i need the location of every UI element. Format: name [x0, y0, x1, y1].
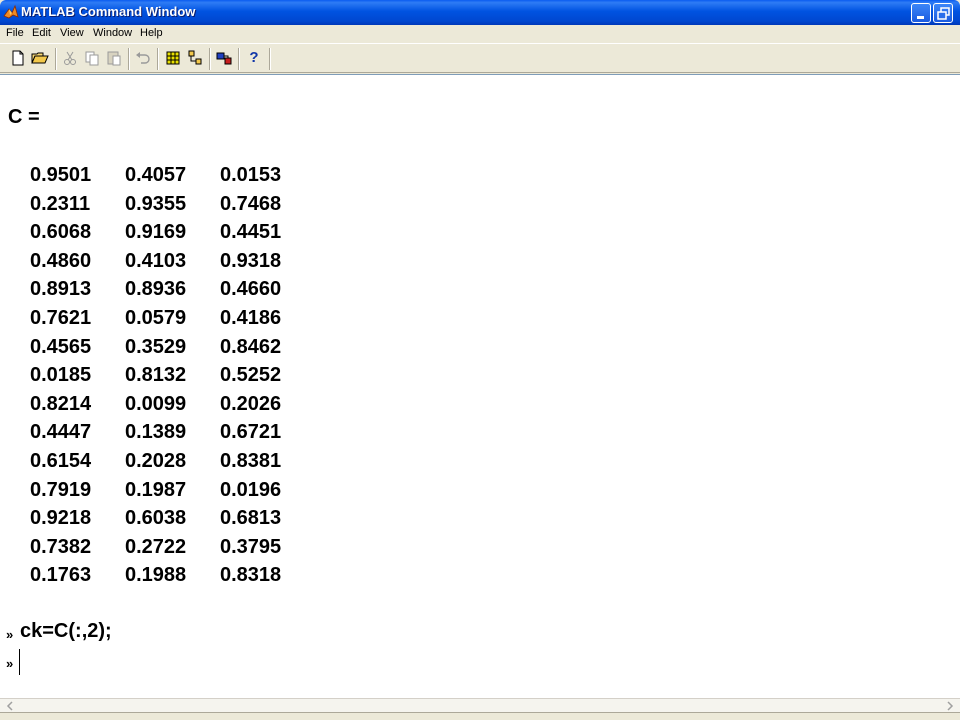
matrix-cell: 0.6038	[125, 507, 187, 530]
minimize-button[interactable]	[911, 3, 931, 23]
matrix-cell: 0.4565	[30, 335, 92, 358]
toolbar-separator	[209, 48, 211, 70]
matrix-cell: 0.7621	[30, 307, 92, 329]
workspace-icon[interactable]	[164, 49, 182, 67]
restore-button[interactable]	[933, 3, 953, 23]
matrix-cell: 0.4103	[125, 249, 187, 272]
matrix-cell: 0.9501	[30, 164, 92, 186]
matrix-cell: 0.8913	[30, 278, 92, 301]
matrix-cell: 0.1763	[30, 564, 92, 587]
matrix-cell: 0.8381	[220, 450, 282, 472]
matrix-cell: 0.5252	[220, 364, 282, 387]
restore-icon	[937, 7, 950, 20]
matrix-cell: 0.6721	[220, 421, 282, 444]
title-bar[interactable]: MATLAB Command Window	[0, 0, 960, 25]
matrix-cell: 0.7468	[220, 192, 282, 215]
last-command: ck=C(:,2);	[20, 620, 112, 642]
scroll-left-icon[interactable]	[3, 700, 17, 712]
menu-bar: File Edit View Window Help	[0, 25, 960, 43]
matrix-cell: 0.7382	[30, 535, 92, 558]
menu-help[interactable]: Help	[140, 27, 163, 39]
matrix-cell: 0.9169	[125, 221, 187, 244]
minimize-icon	[917, 16, 924, 19]
menu-window[interactable]: Window	[93, 27, 132, 39]
text-cursor	[19, 649, 20, 675]
matrix-cell: 0.0153	[220, 164, 282, 186]
matrix-cell: 0.4447	[30, 421, 92, 444]
status-bar	[0, 712, 960, 720]
help-icon[interactable]: ?	[245, 49, 263, 67]
matrix-cell: 0.8936	[125, 278, 187, 301]
copy-icon[interactable]	[83, 49, 101, 67]
toolbar-separator	[55, 48, 57, 70]
matrix-cell: 0.3795	[220, 535, 282, 558]
matrix-cell: 0.4451	[220, 221, 282, 244]
matrix-cell: 0.1987	[125, 478, 187, 501]
menu-view[interactable]: View	[60, 27, 84, 39]
matrix-cell: 0.8318	[220, 564, 282, 587]
new-file-icon[interactable]	[9, 49, 27, 67]
matrix-cell: 0.9218	[30, 507, 92, 530]
cut-icon[interactable]	[61, 49, 79, 67]
matrix-cell: 0.6068	[30, 221, 92, 244]
matrix-cell: 0.4186	[220, 307, 282, 329]
matrix-cell: 0.0099	[125, 392, 187, 415]
matrix-cell: 0.8214	[30, 392, 92, 415]
matrix-cell: 0.4660	[220, 278, 282, 301]
matrix-cell: 0.8132	[125, 364, 187, 387]
simulink-icon[interactable]	[215, 49, 233, 67]
matrix-cell: 0.4860	[30, 249, 92, 272]
undo-icon[interactable]	[134, 49, 152, 67]
prompt-symbol: »	[6, 627, 14, 642]
matrix-cell: 0.1389	[125, 421, 187, 444]
prompt-symbol: »	[6, 656, 14, 671]
matrix-cell: 0.0579	[125, 307, 187, 329]
matrix-cell: 0.2026	[220, 392, 282, 415]
scroll-right-icon[interactable]	[943, 700, 957, 712]
matrix-cell: 0.0185	[30, 364, 92, 387]
toolbar-separator	[269, 48, 271, 70]
toolbar-separator	[157, 48, 159, 70]
toolbar-separator	[128, 48, 130, 70]
horizontal-scrollbar[interactable]	[0, 698, 960, 712]
window-title: MATLAB Command Window	[21, 4, 196, 19]
matrix-cell: 0.4057	[125, 164, 187, 186]
paste-icon[interactable]	[105, 49, 123, 67]
path-browser-icon[interactable]	[186, 49, 204, 67]
matrix-cell: 0.2722	[125, 535, 187, 558]
menu-edit[interactable]: Edit	[32, 27, 51, 39]
matrix-cell: 0.9318	[220, 249, 282, 272]
matrix-cell: 0.1988	[125, 564, 187, 587]
matrix-cell: 0.3529	[125, 335, 187, 358]
matrix-cell: 0.8462	[220, 335, 282, 358]
command-window[interactable]: C = 0.9501 0.4057 0.0153 0.2311 0.9355 0.7468…	[0, 74, 960, 698]
matrix-cell: 0.6813	[220, 507, 282, 530]
matrix-cell: 0.0196	[220, 478, 282, 501]
open-folder-icon[interactable]	[31, 49, 49, 67]
matrix-cell: 0.2028	[125, 450, 187, 472]
toolbar-separator	[238, 48, 240, 70]
toolbar: ?	[0, 43, 960, 73]
matrix-cell: 0.9355	[125, 192, 187, 215]
matlab-logo-icon	[3, 4, 19, 19]
variable-label: C =	[8, 106, 40, 128]
matrix-cell: 0.6154	[30, 450, 92, 472]
matrix-cell: 0.2311	[30, 192, 91, 215]
menu-file[interactable]: File	[6, 27, 24, 39]
matrix-cell: 0.7919	[30, 478, 92, 501]
